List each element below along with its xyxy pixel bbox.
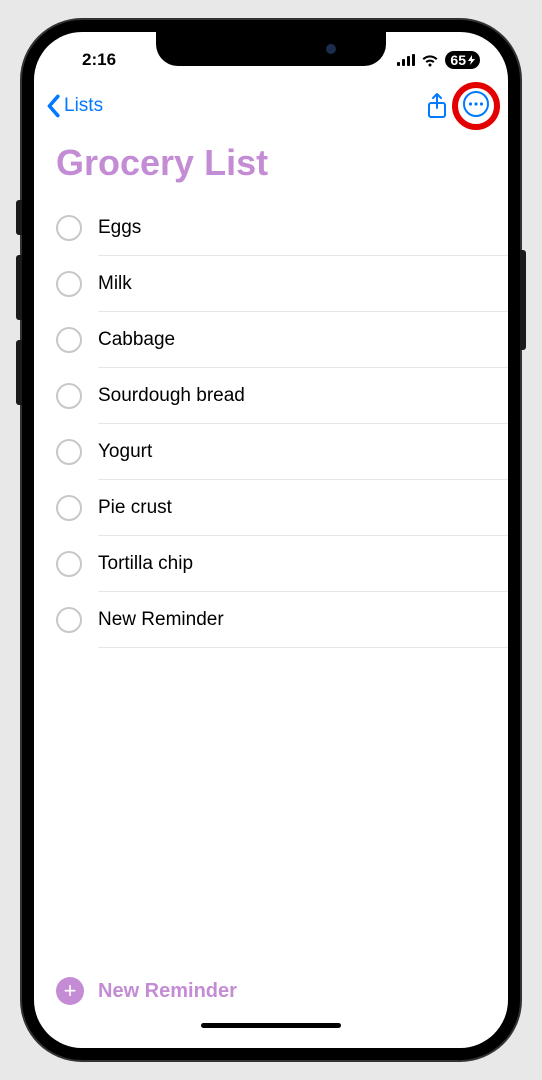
new-reminder-button[interactable]: + New Reminder	[56, 967, 486, 1015]
share-icon	[426, 92, 448, 120]
plus-circle-icon: +	[56, 977, 84, 1005]
reminder-item[interactable]: New Reminder	[34, 592, 508, 648]
battery-level: 65	[450, 52, 466, 68]
chevron-left-icon	[44, 94, 62, 118]
reminder-item[interactable]: Yogurt	[34, 424, 508, 480]
cellular-signal-icon	[397, 54, 415, 66]
checkbox-icon[interactable]	[56, 215, 82, 241]
reminder-text[interactable]: Cabbage	[98, 312, 508, 368]
reminder-item[interactable]: Milk	[34, 256, 508, 312]
reminder-text[interactable]: Tortilla chip	[98, 536, 508, 592]
checkbox-icon[interactable]	[56, 607, 82, 633]
footer: + New Reminder	[34, 967, 508, 1048]
checkbox-icon[interactable]	[56, 495, 82, 521]
reminder-text[interactable]: Eggs	[98, 200, 508, 256]
wifi-icon	[421, 54, 439, 67]
new-reminder-label: New Reminder	[98, 980, 237, 1003]
reminder-item[interactable]: Pie crust	[34, 480, 508, 536]
reminder-text[interactable]: Pie crust	[98, 480, 508, 536]
reminder-text[interactable]: Milk	[98, 256, 508, 312]
more-options-button[interactable]	[462, 90, 490, 123]
checkbox-icon[interactable]	[56, 551, 82, 577]
reminder-text[interactable]: Sourdough bread	[98, 368, 508, 424]
reminder-text[interactable]: New Reminder	[98, 592, 508, 648]
notch	[156, 32, 386, 66]
reminder-text[interactable]: Yogurt	[98, 424, 508, 480]
screen: 2:16 65 Lists	[34, 32, 508, 1048]
phone-side-buttons-left	[16, 200, 22, 425]
checkbox-icon[interactable]	[56, 439, 82, 465]
status-time: 2:16	[62, 50, 116, 70]
ellipsis-circle-icon	[462, 90, 490, 118]
reminder-item[interactable]: Tortilla chip	[34, 536, 508, 592]
phone-side-buttons-right	[520, 250, 526, 350]
phone-frame: 2:16 65 Lists	[22, 20, 520, 1060]
reminders-list: Eggs Milk Cabbage Sourdough bread Yogurt…	[34, 200, 508, 648]
checkbox-icon[interactable]	[56, 271, 82, 297]
checkbox-icon[interactable]	[56, 327, 82, 353]
reminder-item[interactable]: Sourdough bread	[34, 368, 508, 424]
reminder-item[interactable]: Eggs	[34, 200, 508, 256]
camera-dot	[326, 44, 336, 54]
list-title: Grocery List	[34, 130, 508, 200]
navigation-bar: Lists	[34, 82, 508, 130]
back-button[interactable]: Lists	[44, 94, 103, 118]
reminder-item[interactable]: Cabbage	[34, 312, 508, 368]
battery-indicator: 65	[445, 51, 480, 69]
checkbox-icon[interactable]	[56, 383, 82, 409]
back-label: Lists	[64, 95, 103, 117]
share-button[interactable]	[426, 92, 448, 120]
home-indicator[interactable]	[201, 1023, 341, 1028]
